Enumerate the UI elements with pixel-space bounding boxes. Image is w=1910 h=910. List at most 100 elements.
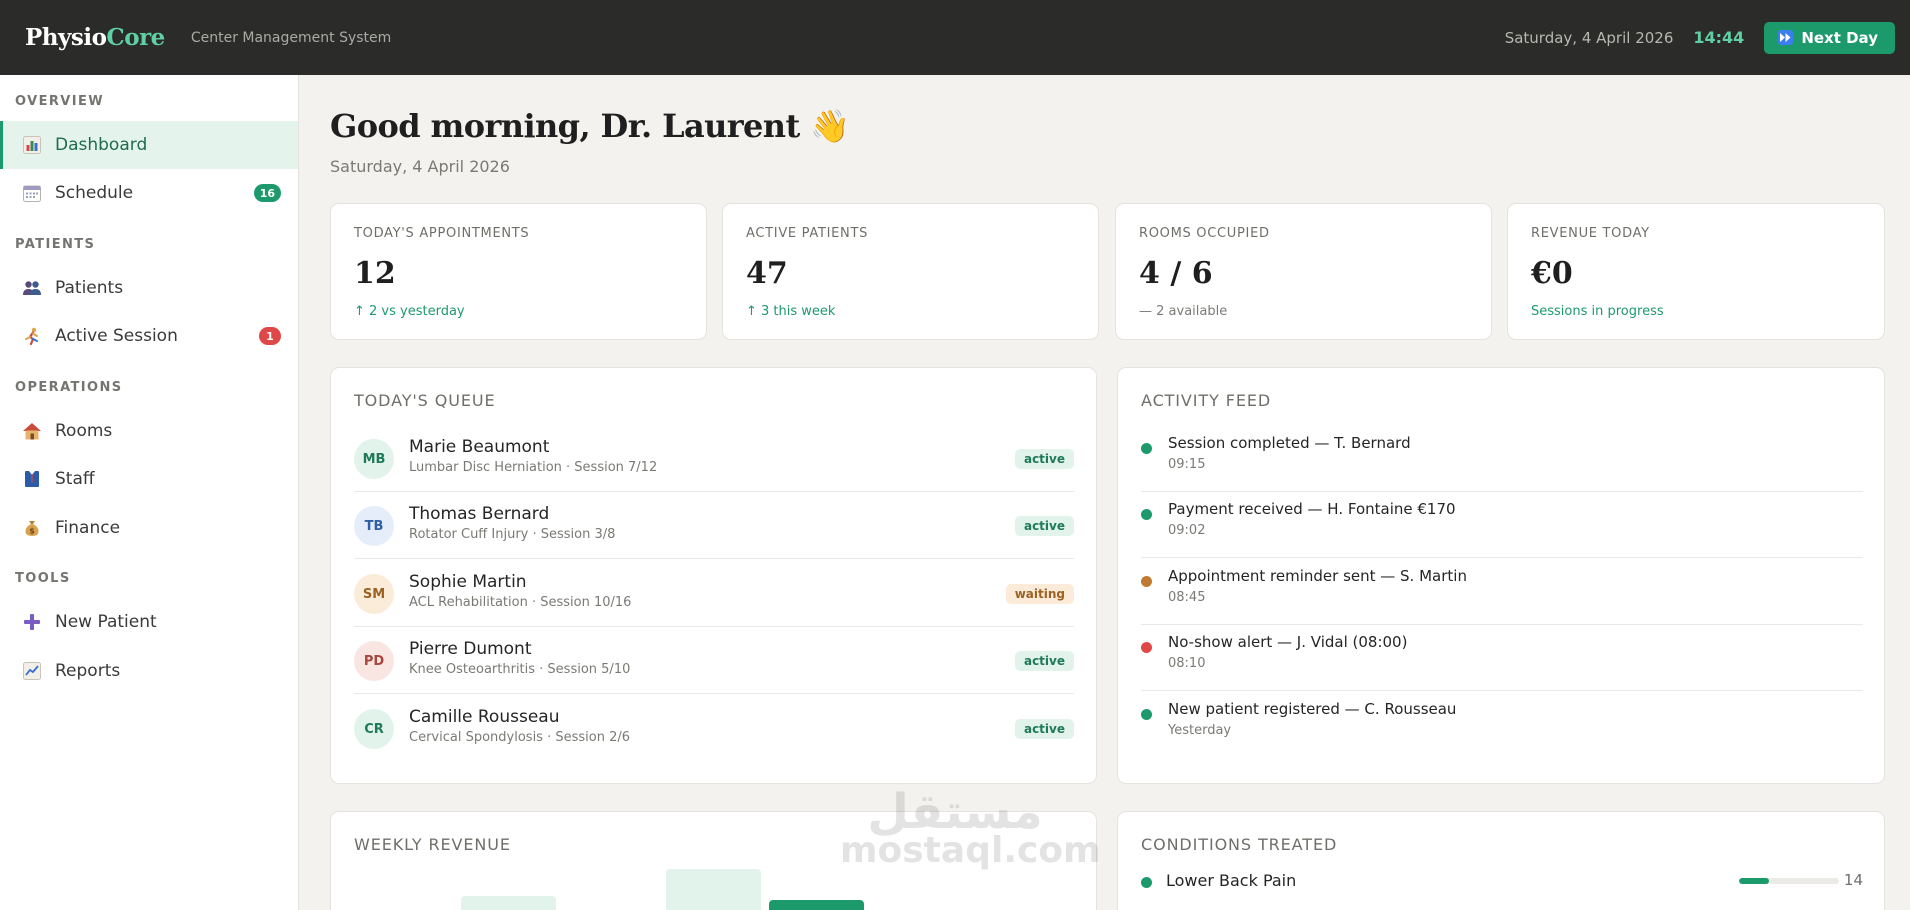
svg-text:$: $ [29, 527, 35, 536]
activity-text: New patient registered — C. Rousseau [1168, 700, 1457, 718]
schedule-count-badge: 16 [253, 184, 281, 202]
queue-row[interactable]: CR Camille Rousseau Cervical Spondylosis… [354, 695, 1074, 762]
top-right-group: Saturday, 4 April 2026 14:44 Next Day [1504, 21, 1895, 54]
activity-time: 09:15 [1168, 457, 1206, 472]
status-dot [1141, 509, 1152, 520]
bar-chart-icon [22, 135, 42, 155]
patient-name: Pierre Dumont [409, 639, 532, 659]
activity-text: Appointment reminder sent — S. Martin [1168, 567, 1467, 585]
stat-card-appointments: TODAY'S APPOINTMENTS 12 ↑ 2 vs yesterday [330, 203, 707, 340]
greeting-heading: Good morning, Dr. Laurent 👋 [330, 107, 850, 145]
current-date: Saturday, 4 April 2026 [1504, 28, 1674, 47]
next-day-button[interactable]: Next Day [1764, 21, 1895, 54]
app-logo[interactable]: PhysioCore [25, 24, 165, 51]
person-tie-icon [22, 469, 42, 489]
status-badge: waiting [1005, 584, 1074, 604]
patient-detail: Lumbar Disc Herniation · Session 7/12 [409, 460, 658, 475]
people-icon [22, 278, 42, 298]
sidebar-item-patients[interactable]: Patients [0, 264, 298, 312]
next-day-label: Next Day [1801, 28, 1878, 47]
sidebar-item-label: Reports [55, 661, 121, 681]
avatar: PD [354, 641, 394, 681]
stat-label: ACTIVE PATIENTS [746, 226, 869, 241]
watermark-text: mostaql.com [840, 830, 1101, 871]
money-bag-icon: $ [22, 518, 42, 538]
stat-note: ↑ 3 this week [746, 304, 836, 319]
top-bar: PhysioCore Center Management System Satu… [0, 0, 1910, 75]
sidebar-item-label: New Patient [55, 612, 157, 632]
stat-note: ↑ 2 vs yesterday [354, 304, 465, 319]
sidebar-item-rooms[interactable]: Rooms [0, 407, 298, 455]
stat-value: 47 [746, 256, 788, 291]
stat-value: 4 / 6 [1139, 256, 1213, 291]
sidebar-item-reports[interactable]: Reports [0, 647, 298, 695]
avatar: TB [354, 506, 394, 546]
conditions-treated-card: CONDITIONS TREATED Lower Back Pain 14 [1117, 811, 1885, 910]
condition-name: Lower Back Pain [1166, 871, 1297, 890]
patient-name: Thomas Bernard [409, 504, 550, 524]
activity-item: New patient registered — C. Rousseau Yes… [1141, 691, 1863, 758]
stat-note: Sessions in progress [1531, 304, 1664, 319]
sidebar-item-staff[interactable]: Staff [0, 455, 298, 503]
patient-detail: Knee Osteoarthritis · Session 5/10 [409, 662, 631, 677]
status-badge: active [1014, 516, 1074, 536]
stat-value: €0 [1531, 256, 1573, 291]
status-badge: active [1014, 651, 1074, 671]
avatar: CR [354, 709, 394, 749]
logo-accent: Core [106, 24, 165, 51]
activity-item: Payment received — H. Fontaine €170 09:0… [1141, 491, 1863, 558]
patient-detail: Cervical Spondylosis · Session 2/6 [409, 730, 630, 745]
house-icon [22, 421, 42, 441]
condition-row: Lower Back Pain 14 [1141, 868, 1863, 898]
activity-item: Appointment reminder sent — S. Martin 08… [1141, 558, 1863, 625]
stat-card-revenue-today: REVENUE TODAY €0 Sessions in progress [1507, 203, 1885, 340]
patient-name: Camille Rousseau [409, 707, 560, 727]
stat-note: — 2 available [1139, 304, 1228, 319]
weekly-revenue-title: WEEKLY REVENUE [354, 835, 511, 854]
watermark: مستقل mostaql.com [840, 780, 1101, 890]
sidebar-item-label: Staff [55, 469, 95, 489]
activity-feed-card: ACTIVITY FEED Session completed — T. Ber… [1117, 367, 1885, 784]
sidebar-item-active-session[interactable]: Active Session 1 [0, 312, 298, 360]
sidebar-item-schedule[interactable]: Schedule 16 [0, 169, 298, 217]
sidebar: OVERVIEW Dashboard Schedule 16 PATIENTS … [0, 75, 299, 910]
queue-row[interactable]: MB Marie Beaumont Lumbar Disc Herniation… [354, 425, 1074, 492]
conditions-title: CONDITIONS TREATED [1141, 835, 1338, 854]
queue-row[interactable]: PD Pierre Dumont Knee Osteoarthritis · S… [354, 627, 1074, 694]
activity-text: Session completed — T. Bernard [1168, 434, 1411, 452]
current-time: 14:44 [1693, 28, 1745, 47]
revenue-bar-today [769, 900, 864, 910]
sidebar-item-finance[interactable]: $ Finance [0, 504, 298, 552]
condition-count: 14 [1843, 871, 1863, 889]
sidebar-item-label: Schedule [55, 183, 134, 203]
queue-row[interactable]: SM Sophie Martin ACL Rehabilitation · Se… [354, 560, 1074, 627]
logo-main: Physio [25, 24, 107, 51]
patient-detail: ACL Rehabilitation · Session 10/16 [409, 595, 632, 610]
line-chart-icon [22, 661, 42, 681]
runner-icon [22, 326, 42, 346]
sidebar-item-label: Patients [55, 278, 124, 298]
status-badge: active [1014, 449, 1074, 469]
queue-row[interactable]: TB Thomas Bernard Rotator Cuff Injury · … [354, 492, 1074, 559]
stat-label: REVENUE TODAY [1531, 226, 1650, 241]
condition-dot [1141, 877, 1152, 888]
greeting-date: Saturday, 4 April 2026 [330, 157, 510, 176]
queue-title: TODAY'S QUEUE [354, 391, 496, 410]
activity-time: 08:45 [1168, 590, 1206, 605]
condition-bar-fill [1739, 878, 1769, 884]
activity-time: 08:10 [1168, 656, 1206, 671]
sidebar-item-dashboard[interactable]: Dashboard [0, 121, 298, 169]
nav-section-patients: PATIENTS [15, 237, 96, 252]
activity-text: Payment received — H. Fontaine €170 [1168, 500, 1456, 518]
nav-section-operations: OPERATIONS [15, 380, 123, 395]
patient-name: Marie Beaumont [409, 437, 550, 457]
condition-bar [1739, 878, 1839, 884]
activity-time: 09:02 [1168, 523, 1206, 538]
status-badge: active [1014, 719, 1074, 739]
activity-time: Yesterday [1168, 723, 1232, 738]
status-dot [1141, 443, 1152, 454]
stat-card-active-patients: ACTIVE PATIENTS 47 ↑ 3 this week [722, 203, 1099, 340]
nav-section-tools: TOOLS [15, 571, 71, 586]
app-subtitle: Center Management System [190, 29, 392, 46]
sidebar-item-new-patient[interactable]: New Patient [0, 598, 298, 646]
